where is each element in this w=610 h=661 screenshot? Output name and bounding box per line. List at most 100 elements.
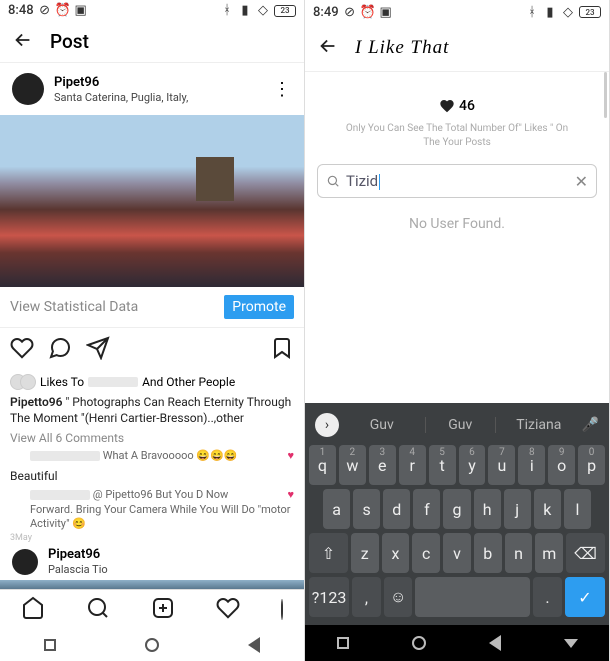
back-arrow-icon[interactable] xyxy=(317,35,339,61)
back-button[interactable] xyxy=(248,637,260,653)
battery-icon: 23 xyxy=(274,5,296,17)
alarm-icon: ⏰ xyxy=(361,5,375,19)
key-d[interactable]: d xyxy=(383,489,410,529)
likes-suffix: And Other People xyxy=(142,375,235,389)
key-k[interactable]: k xyxy=(534,489,561,529)
mic-icon[interactable]: 🎤 xyxy=(582,417,599,433)
bluetooth-icon: ᚼ xyxy=(525,5,539,19)
comment-icon[interactable] xyxy=(48,336,72,364)
shift-key[interactable]: ⇧ xyxy=(309,533,348,573)
caption-username[interactable]: Pipetto96 xyxy=(10,395,62,409)
activity-icon[interactable] xyxy=(216,596,240,624)
post-username[interactable]: Pipeat96 xyxy=(48,547,292,563)
status-bar: 8:48 ⊘ ⏰ ▣ ᚼ ▮ ◇ 23 xyxy=(0,0,304,21)
more-options-icon[interactable]: ⋮ xyxy=(272,79,292,100)
home-button[interactable] xyxy=(145,638,159,652)
key-2[interactable]: 2w xyxy=(339,445,366,485)
key-5[interactable]: 5t xyxy=(429,445,456,485)
likes-row[interactable]: Likes To And Other People xyxy=(0,372,304,392)
bluetooth-icon: ᚼ xyxy=(220,4,234,18)
bookmark-icon[interactable] xyxy=(270,336,294,364)
key-x[interactable]: x xyxy=(382,533,410,573)
search-icon xyxy=(326,174,340,188)
suggestion[interactable]: Guv xyxy=(347,417,417,433)
back-arrow-icon[interactable] xyxy=(12,29,34,55)
search-value: Tizid xyxy=(346,172,569,190)
recents-button[interactable] xyxy=(337,637,349,649)
new-post-icon[interactable] xyxy=(151,596,175,624)
page-title: I Like That xyxy=(355,37,449,59)
post-username[interactable]: Pipet96 xyxy=(54,75,262,91)
symbols-key[interactable]: ?123 xyxy=(309,577,349,617)
key-8[interactable]: 8i xyxy=(518,445,545,485)
post-location[interactable]: Palascia Tio xyxy=(48,563,292,576)
post-image[interactable] xyxy=(0,115,304,286)
suggestion[interactable]: Guv xyxy=(425,417,497,433)
key-v[interactable]: v xyxy=(443,533,471,573)
key-g[interactable]: g xyxy=(443,489,470,529)
wifi-icon: ◇ xyxy=(256,4,270,18)
suggestion[interactable]: Tiziana xyxy=(504,417,574,433)
recents-button[interactable] xyxy=(44,639,56,651)
key-f[interactable]: f xyxy=(413,489,440,529)
key-9[interactable]: 9o xyxy=(548,445,575,485)
next-post-image[interactable] xyxy=(0,580,304,589)
home-button[interactable] xyxy=(412,636,426,650)
comma-key[interactable]: , xyxy=(352,577,381,617)
comment-text: What A Bravooooo 😄😄😄 xyxy=(103,449,238,462)
key-0[interactable]: 0p xyxy=(578,445,605,485)
key-6[interactable]: 6y xyxy=(459,445,486,485)
scrollbar[interactable] xyxy=(604,72,607,118)
key-1[interactable]: 1q xyxy=(309,445,336,485)
promote-row: View Statistical Data Promote xyxy=(0,287,304,328)
key-4[interactable]: 4r xyxy=(399,445,426,485)
avatar[interactable] xyxy=(12,73,44,105)
emoji-key[interactable]: ☺ xyxy=(384,577,413,617)
dnd-icon: ⊘ xyxy=(343,5,357,19)
comment-like-icon[interactable]: ♥ xyxy=(287,449,294,463)
redacted-name xyxy=(30,490,90,500)
view-stats-link[interactable]: View Statistical Data xyxy=(10,299,138,315)
space-key[interactable] xyxy=(415,577,530,617)
likes-screen: 8:49 ⊘ ⏰ ▣ ᚼ ▮ ◇ 23 I Like That 46 Only … xyxy=(305,0,610,661)
key-n[interactable]: n xyxy=(505,533,533,573)
keyboard-hide-button[interactable] xyxy=(564,639,578,648)
comment-mention[interactable]: @ Pipetto96 But You D Now xyxy=(93,488,229,501)
post-location[interactable]: Santa Caterina, Puglia, Italy, xyxy=(54,91,262,104)
key-z[interactable]: z xyxy=(351,533,379,573)
promote-button[interactable]: Promote xyxy=(224,295,294,319)
signal-icon: ▮ xyxy=(238,4,252,18)
expand-suggestions-icon[interactable]: › xyxy=(315,413,339,437)
key-j[interactable]: j xyxy=(504,489,531,529)
search-input[interactable]: Tizid ✕ xyxy=(317,164,597,198)
home-icon[interactable] xyxy=(21,596,45,624)
clear-icon[interactable]: ✕ xyxy=(575,172,588,191)
key-c[interactable]: c xyxy=(412,533,440,573)
sync-icon: ▣ xyxy=(379,5,393,19)
period-key[interactable]: . xyxy=(533,577,562,617)
redacted-name xyxy=(30,451,100,461)
search-nav-icon[interactable] xyxy=(86,596,110,624)
profile-nav-icon[interactable] xyxy=(281,600,283,619)
backspace-key[interactable]: ⌫ xyxy=(566,533,605,573)
key-s[interactable]: s xyxy=(353,489,380,529)
avatar[interactable] xyxy=(12,549,38,575)
key-a[interactable]: a xyxy=(323,489,350,529)
suggestion-bar: › Guv Guv Tiziana 🎤 xyxy=(309,409,605,445)
status-time: 8:48 xyxy=(8,3,34,18)
like-icon[interactable] xyxy=(10,336,34,364)
enter-key[interactable]: ✓ xyxy=(565,577,605,617)
key-l[interactable]: l xyxy=(564,489,591,529)
key-3[interactable]: 3e xyxy=(369,445,396,485)
key-m[interactable]: m xyxy=(535,533,563,573)
back-button[interactable] xyxy=(489,635,501,651)
key-b[interactable]: b xyxy=(474,533,502,573)
no-results-text: No User Found. xyxy=(317,216,597,232)
post-screen: 8:48 ⊘ ⏰ ▣ ᚼ ▮ ◇ 23 Post Pipet96 Santa C… xyxy=(0,0,305,661)
key-7[interactable]: 7u xyxy=(488,445,515,485)
key-h[interactable]: h xyxy=(474,489,501,529)
view-all-comments[interactable]: View All 6 Comments xyxy=(0,429,304,447)
comment-like-icon[interactable]: ♥ xyxy=(287,488,294,502)
share-icon[interactable] xyxy=(86,336,110,364)
android-nav-bar xyxy=(305,625,609,661)
